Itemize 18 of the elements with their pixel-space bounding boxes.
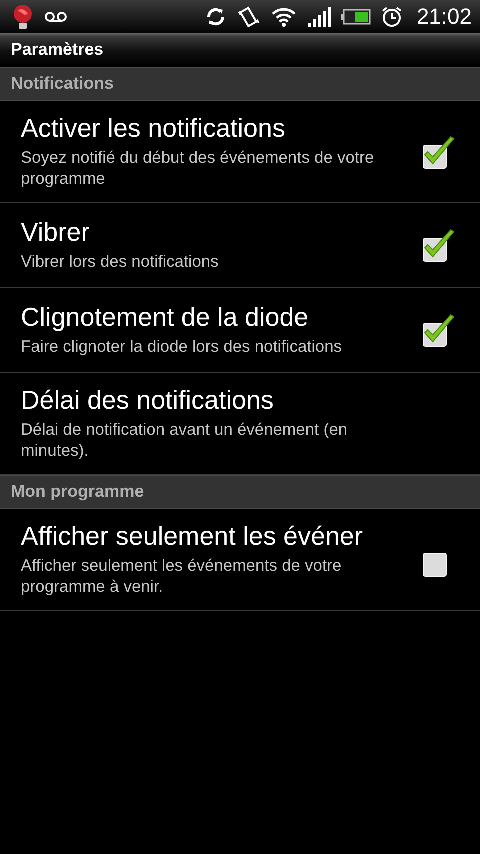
setting-title: Activer les notifications xyxy=(21,113,286,144)
setting-summary: Faire clignoter la diode lors des notifications xyxy=(21,337,344,358)
screen-title: Paramètres xyxy=(11,40,104,60)
setting-title: Vibrer xyxy=(21,217,91,248)
setting-row[interactable]: Afficher seulement les événer Afficher seulement les événements de votre programme à venir. xyxy=(0,509,480,611)
setting-row[interactable]: Clignotement de la diode Faire clignoter la diode lors des notifications xyxy=(0,288,480,373)
setting-title: Délai des notifications xyxy=(21,385,275,416)
setting-row[interactable]: Vibrer Vibrer lors des notifications xyxy=(0,203,480,288)
setting-summary: Soyez notifié du début des événements de votre programme xyxy=(21,148,376,190)
setting-summary: Vibrer lors des notifications xyxy=(21,252,220,273)
setting-title: Afficher seulement les événer xyxy=(21,521,364,552)
setting-summary: Afficher seulement les événements de votre programme à venir. xyxy=(21,556,343,598)
section-header: Mon programme xyxy=(11,482,144,502)
clock-time: 21:02 xyxy=(416,4,472,30)
setting-title: Clignotement de la diode xyxy=(21,302,310,333)
section-header: Notifications xyxy=(11,74,114,94)
setting-summary: Délai de notification avant un événement (en minutes). xyxy=(21,420,349,462)
setting-row[interactable]: Activer les notifications Soyez notifié du début des événements de votre programme xyxy=(0,101,480,203)
